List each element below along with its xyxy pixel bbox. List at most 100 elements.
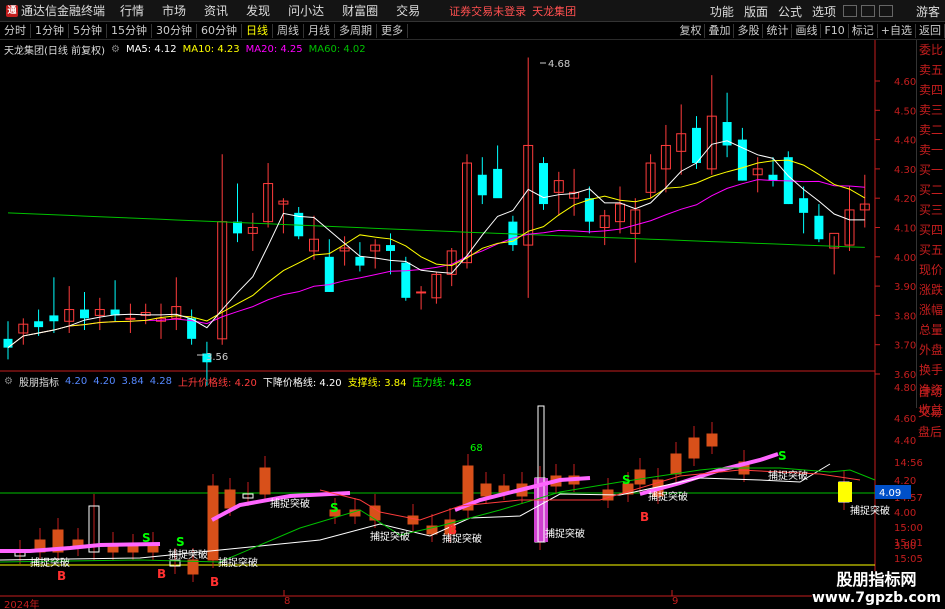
sidebar-item[interactable]: 买四: [917, 220, 945, 240]
sidebar-item[interactable]: 总量: [917, 320, 945, 340]
sidebar-item[interactable]: 卖五: [917, 60, 945, 80]
sidebar-item[interactable]: 卖三: [917, 100, 945, 120]
price-tick-label: 4.50: [894, 106, 916, 117]
candle-down: [768, 174, 778, 181]
ma60-label: MA60: 4.02: [308, 43, 366, 55]
sidebar-item[interactable]: 换手: [917, 360, 945, 380]
candle-up: [416, 291, 427, 294]
sidebar-item[interactable]: 现价: [917, 260, 945, 280]
ind-bar: [688, 437, 700, 459]
price-tick-label: 3.90: [894, 282, 916, 293]
low-annotation: 3.56: [206, 352, 228, 363]
ind-bar: [224, 489, 236, 509]
price-tick-label: 4.20: [894, 194, 916, 205]
sidebar-item[interactable]: 自动: [916, 382, 945, 402]
pressure-line-label: 压力线: 4.28: [412, 377, 472, 389]
watermark-title: 股朋指标网: [836, 570, 917, 589]
watermark: 股朋指标网 www.7gpzb.com: [811, 570, 941, 607]
date-month-9: 9: [672, 596, 679, 607]
candle-down: [80, 309, 89, 319]
ind-tick-label: 4.60: [894, 414, 916, 425]
ind-value: 3.84: [121, 375, 144, 387]
price-tick-label: 4.00: [894, 253, 916, 264]
ind-value: 4.28: [149, 375, 173, 387]
sell-signal: S: [176, 535, 185, 549]
price-tick-label: 3.70: [894, 341, 916, 352]
sidebar-item[interactable]: 买五: [917, 240, 945, 260]
price-tick-label: 3.80: [894, 311, 916, 322]
support-line-label: 支撑线: 3.84: [347, 377, 407, 389]
ind-value: 4.20: [64, 375, 88, 387]
sidebar-item[interactable]: 买二: [917, 180, 945, 200]
sidebar-item[interactable]: 卖一: [917, 140, 945, 160]
ma20-label: MA20: 4.25: [245, 43, 303, 55]
candle-down: [49, 315, 59, 322]
date-year: 2024年: [4, 600, 40, 609]
ind-tick-label: 15:00: [894, 523, 923, 534]
breakout-label: 捕捉突破: [648, 490, 688, 503]
breakout-label: 捕捉突破: [168, 548, 208, 561]
ind-tick-label: 15:05: [894, 554, 923, 565]
sidebar-item[interactable]: 外盘: [917, 340, 945, 360]
sidebar-item[interactable]: 买一: [917, 160, 945, 180]
sidebar-item[interactable]: 涨跌: [917, 280, 945, 300]
candle-down: [477, 174, 487, 196]
indicator-legend: ⚙ 股朋指标 4.20 4.20 3.84 4.28 上升价格线: 4.20 下…: [4, 374, 472, 389]
ind-tick-label: 3.80: [894, 541, 916, 552]
settings-icon[interactable]: ⚙: [4, 376, 13, 387]
ind-tick-label: 4.80: [894, 383, 916, 394]
ma5-label: MA5: 4.12: [125, 43, 177, 55]
trade-sidebar: 自动 交易 盘后: [916, 382, 945, 464]
date-month-8: 8: [284, 596, 291, 607]
ind-high-annotation: 68: [470, 443, 483, 454]
price-tick-label: 4.60: [894, 77, 916, 88]
ind-bar: [634, 469, 646, 485]
breakout-label: 捕捉突破: [768, 469, 808, 482]
candle-down: [692, 127, 701, 164]
sell-signal: S: [330, 501, 339, 515]
breakout-label: 捕捉突破: [218, 556, 258, 569]
sell-signal: S: [622, 473, 631, 487]
breakout-label: 捕捉突破: [30, 556, 70, 569]
candle-up: [125, 317, 136, 320]
sidebar-item[interactable]: 涨幅: [917, 300, 945, 320]
watermark-url: www.7gpzb.com: [811, 590, 941, 606]
buy-signal: B: [448, 523, 457, 537]
indicator-name[interactable]: 股朋指标: [19, 374, 59, 389]
breakout-label: 捕捉突破: [270, 497, 310, 510]
ind-tick-label: 4.00: [894, 508, 916, 519]
ind-bar: [259, 467, 271, 495]
sidebar-item[interactable]: 卖四: [917, 80, 945, 100]
price-tick-label: 3.60: [894, 370, 916, 381]
buy-signal: B: [157, 567, 166, 581]
candle-down: [584, 198, 594, 222]
trend-segment: [639, 452, 779, 496]
candle-down: [34, 321, 44, 328]
candle-down: [3, 338, 13, 348]
ind-bar: [369, 505, 381, 521]
sidebar-item[interactable]: 卖二: [917, 120, 945, 140]
buy-signal: B: [210, 575, 219, 589]
quote-sidebar: 委比 卖五 卖四 卖三 卖二 卖一 买一 买二 买三 买四 买五 现价 涨跌 涨…: [916, 40, 945, 417]
candle-down: [401, 262, 411, 298]
app-window: 通 通达信金融终端 行情 市场 资讯 发现 问小达 财富圈 交易 证券交易未登录…: [0, 0, 945, 609]
candle-down: [799, 198, 809, 213]
price-tick-label: 4.10: [894, 224, 916, 235]
settings-icon[interactable]: ⚙: [111, 44, 120, 55]
ind-bar: [187, 559, 199, 575]
high-annotation: 4.68: [548, 59, 570, 70]
ind-tick-label: 4.40: [894, 436, 916, 447]
ind-bar: [480, 483, 492, 497]
sidebar-item[interactable]: 盘后: [916, 422, 945, 442]
sidebar-item[interactable]: 委比: [917, 40, 945, 60]
kline-chart[interactable]: 4.60 4.50 4.40 4.30 4.20 4.10 4.00 3.90 3.80 3.70…: [0, 0, 945, 609]
up-price-line-label: 上升价格线: 4.20: [178, 377, 257, 389]
ind-value: 4.20: [93, 375, 116, 387]
sidebar-item[interactable]: 交易: [916, 402, 945, 422]
sidebar-item[interactable]: 买三: [917, 200, 945, 220]
buy-signal: B: [57, 569, 66, 583]
breakout-label: 捕捉突破: [545, 527, 585, 540]
candle-down: [324, 256, 334, 292]
sell-signal: S: [778, 449, 787, 463]
date-axis: 2024年 8 9: [0, 596, 875, 609]
